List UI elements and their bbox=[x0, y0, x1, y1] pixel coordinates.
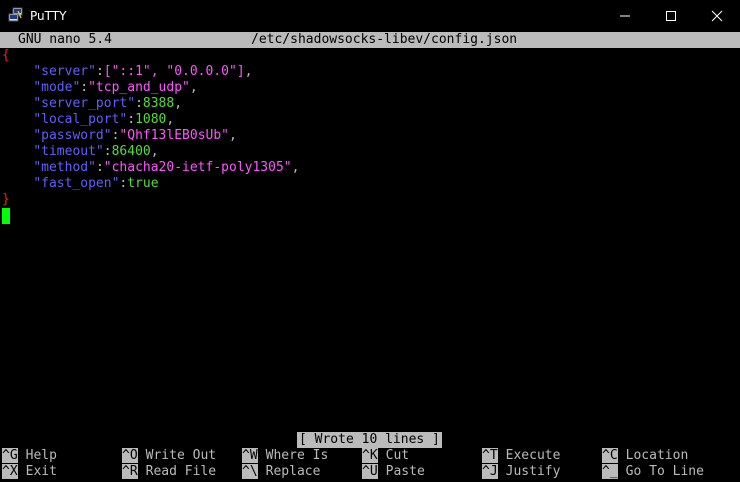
config-key: "local_port" bbox=[33, 112, 128, 127]
shortcut-label: Read File bbox=[145, 464, 217, 479]
shortcut-item[interactable]: ^C Location bbox=[602, 448, 688, 464]
close-brace: } bbox=[2, 192, 10, 207]
config-trailing-comma: , bbox=[244, 64, 253, 79]
config-trailing-comma: , bbox=[189, 80, 198, 95]
config-value: 1080 bbox=[135, 112, 167, 127]
open-brace: { bbox=[2, 48, 10, 63]
minimize-button[interactable] bbox=[602, 0, 648, 31]
shortcut-key: ^C bbox=[602, 448, 618, 463]
shortcut-label: Go To Line bbox=[625, 464, 704, 479]
putty-icon[interactable] bbox=[8, 7, 24, 23]
config-key: "server" bbox=[33, 64, 96, 79]
shortcut-item[interactable]: ^W Where Is bbox=[242, 448, 328, 464]
shortcut-item[interactable]: ^R Read File bbox=[122, 464, 216, 480]
config-line: "server_port":8388, bbox=[2, 96, 299, 112]
open-brace-line: { bbox=[2, 48, 299, 64]
config-line: "mode":"tcp_and_udp", bbox=[2, 80, 299, 96]
config-key: "fast_open" bbox=[33, 176, 120, 191]
title-bar[interactable]: PuTTY bbox=[0, 0, 740, 31]
config-key: "mode" bbox=[33, 80, 81, 95]
config-trailing-comma: , bbox=[166, 112, 175, 127]
shortcut-item[interactable]: ^G Help bbox=[2, 448, 57, 464]
shortcut-item[interactable]: ^X Exit bbox=[2, 464, 57, 480]
config-key: "password" bbox=[33, 128, 112, 143]
terminal-area[interactable]: GNU nano 5.4 /etc/shadowsocks-libev/conf… bbox=[0, 31, 740, 482]
shortcut-key: ^G bbox=[2, 448, 18, 463]
shortcut-key: ^R bbox=[122, 464, 138, 479]
shortcut-label: Exit bbox=[25, 464, 57, 479]
config-line: "server":["::1", "0.0.0.0"], bbox=[2, 64, 299, 80]
shortcut-key: ^O bbox=[122, 448, 138, 463]
shortcut-label: Where Is bbox=[265, 448, 329, 463]
shortcut-label: Paste bbox=[385, 464, 425, 479]
shortcut-label: Replace bbox=[265, 464, 321, 479]
shortcut-item[interactable]: ^U Paste bbox=[362, 464, 425, 480]
config-entries: "server":["::1", "0.0.0.0"], "mode":"tcp… bbox=[2, 64, 299, 192]
config-value: ["::1", "0.0.0.0"] bbox=[103, 64, 245, 79]
config-value: 8388 bbox=[142, 96, 175, 111]
config-line: "password":"Qhf13lEB0sUb", bbox=[2, 128, 299, 144]
shortcut-label: Cut bbox=[385, 448, 410, 463]
shortcut-key: ^\ bbox=[242, 464, 258, 479]
config-line: "timeout":86400, bbox=[2, 144, 299, 160]
config-key: "server_port" bbox=[33, 96, 136, 111]
status-message: [ Wrote 10 lines ] bbox=[297, 432, 442, 448]
shortcut-label: Help bbox=[25, 448, 57, 463]
shortcut-key: ^T bbox=[482, 448, 498, 463]
shortcut-label: Location bbox=[625, 448, 689, 463]
shortcut-item[interactable]: ^\ Replace bbox=[242, 464, 320, 480]
shortcut-item[interactable]: ^K Cut bbox=[362, 448, 409, 464]
shortcut-key: ^K bbox=[362, 448, 378, 463]
shortcut-label: Write Out bbox=[145, 448, 217, 463]
text-cursor bbox=[2, 208, 10, 224]
minimize-icon bbox=[620, 15, 630, 17]
maximize-icon bbox=[666, 11, 676, 21]
config-key: "timeout" bbox=[33, 144, 104, 159]
config-trailing-comma: , bbox=[174, 96, 183, 111]
config-value: "Qhf13lEB0sUb" bbox=[119, 128, 229, 143]
config-line: "fast_open":true bbox=[2, 176, 299, 192]
config-separator: : bbox=[80, 80, 89, 95]
shortcut-item[interactable]: ^J Justify bbox=[482, 464, 560, 480]
config-key: "method" bbox=[33, 160, 96, 175]
shortcut-item[interactable]: ^_ Go To Line bbox=[602, 464, 704, 480]
shortcut-key: ^X bbox=[2, 464, 18, 479]
shortcut-label: Justify bbox=[505, 464, 561, 479]
cursor-line bbox=[2, 208, 299, 224]
close-brace-line: } bbox=[2, 192, 299, 208]
close-icon bbox=[711, 10, 723, 22]
config-trailing-comma: , bbox=[150, 144, 159, 159]
shortcut-key: ^W bbox=[242, 448, 258, 463]
editor-buffer[interactable]: { "server":["::1", "0.0.0.0"], "mode":"t… bbox=[2, 48, 299, 224]
config-separator: : bbox=[103, 144, 112, 159]
config-separator: : bbox=[127, 112, 136, 127]
config-trailing-comma: , bbox=[291, 160, 300, 175]
shortcut-key: ^_ bbox=[602, 464, 618, 479]
file-path: /etc/shadowsocks-libev/config.json bbox=[251, 32, 518, 47]
config-separator: : bbox=[95, 160, 104, 175]
shortcut-key: ^J bbox=[482, 464, 498, 479]
shortcut-label: Execute bbox=[505, 448, 561, 463]
nano-version: GNU nano 5.4 bbox=[18, 32, 112, 47]
config-value: true bbox=[127, 176, 159, 191]
config-value: "chacha20-ietf-poly1305" bbox=[103, 160, 292, 175]
shortcut-key: ^U bbox=[362, 464, 378, 479]
config-separator: : bbox=[95, 64, 104, 79]
config-trailing-comma: , bbox=[229, 128, 237, 143]
config-value: "tcp_and_udp" bbox=[88, 80, 190, 95]
nano-title-bar: GNU nano 5.4 /etc/shadowsocks-libev/conf… bbox=[0, 32, 740, 48]
shortcut-item[interactable]: ^T Execute bbox=[482, 448, 560, 464]
config-value: 86400 bbox=[111, 144, 151, 159]
config-separator: : bbox=[135, 96, 143, 111]
putty-window: PuTTY GNU nano 5.4 /etc/shadowsocks-libe… bbox=[0, 0, 740, 482]
close-button[interactable] bbox=[694, 0, 740, 31]
shortcut-bar: ^G Help ^O Write Out ^W Where Is ^K Cut ^T Execut… bbox=[0, 448, 740, 480]
window-title: PuTTY bbox=[30, 9, 67, 23]
config-line: "method":"chacha20-ietf-poly1305", bbox=[2, 160, 299, 176]
config-line: "local_port":1080, bbox=[2, 112, 299, 128]
maximize-button[interactable] bbox=[648, 0, 694, 31]
shortcut-item[interactable]: ^O Write Out bbox=[122, 448, 216, 464]
